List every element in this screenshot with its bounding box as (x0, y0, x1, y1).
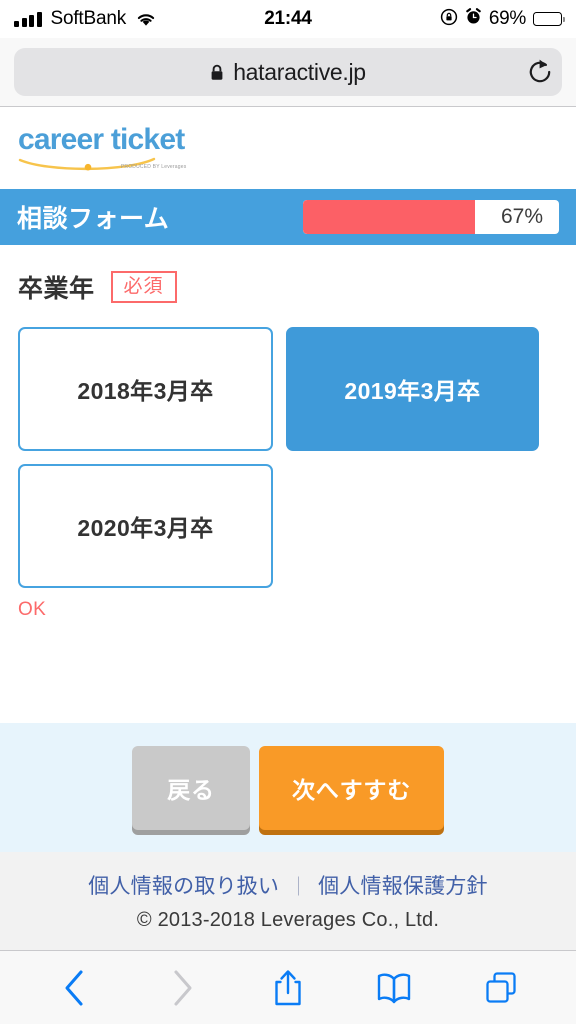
lock-icon (210, 64, 224, 81)
alarm-clock-icon (465, 8, 482, 30)
next-button[interactable]: 次へすすむ (259, 745, 444, 830)
option-label: 2019年3月卒 (344, 378, 481, 404)
graduation-year-option-2[interactable]: 2020年3月卒 (18, 464, 273, 588)
required-badge: 必須 (110, 270, 177, 304)
privacy-policy-link[interactable]: 個人情報保護方針 (318, 870, 488, 900)
rotation-lock-icon (440, 8, 458, 31)
site-header: career ticket PRODUCED BY Leverages (0, 107, 576, 189)
form-actions: 戻る 次へすすむ (0, 723, 576, 852)
copyright-text: © 2013-2018 Leverages Co., Ltd. (136, 909, 440, 931)
logo-text: career ticket (18, 122, 185, 156)
share-button[interactable] (265, 965, 311, 1011)
phone-screen: SoftBank 21:44 69% hataractive.jp career… (0, 0, 576, 1024)
question-label: 卒業年 (18, 275, 95, 303)
back-button[interactable]: 戻る (132, 745, 250, 830)
footer-separator: ｜ (289, 876, 309, 898)
form-content: 卒業年 必須 2018年3月卒 2019年3月卒 2020年3月卒 OK (0, 245, 576, 723)
web-page-content: career ticket PRODUCED BY Leverages 相談フォ… (0, 107, 576, 950)
status-bar: SoftBank 21:44 69% (0, 0, 576, 38)
career-ticket-logo[interactable]: career ticket PRODUCED BY Leverages (18, 122, 187, 172)
progress-bar: 67% (303, 200, 559, 234)
progress-bar-fill (303, 200, 475, 234)
bookmarks-button[interactable] (371, 965, 417, 1011)
progress-percent-label: 67% (500, 205, 543, 228)
form-title: 相談フォーム (17, 205, 170, 233)
url-input[interactable]: hataractive.jp (14, 48, 562, 96)
battery-percentage: 69% (488, 8, 526, 29)
option-label: 2018年3月卒 (77, 378, 214, 404)
option-label: 2020年3月卒 (77, 515, 214, 541)
carrier-name: SoftBank (50, 8, 127, 29)
graduation-year-option-1[interactable]: 2019年3月卒 (286, 327, 539, 451)
form-title-bar: 相談フォーム 67% (0, 189, 576, 245)
page-footer: 個人情報の取り扱い ｜ 個人情報保護方針 © 2013-2018 Leverag… (0, 852, 576, 950)
graduation-year-options: 2018年3月卒 2019年3月卒 2020年3月卒 (18, 327, 558, 588)
footer-links: 個人情報の取り扱い ｜ 個人情報保護方針 (88, 870, 487, 900)
graduation-year-option-0[interactable]: 2018年3月卒 (18, 327, 273, 451)
validation-message: OK (18, 599, 47, 620)
wifi-icon (135, 11, 157, 27)
forward-button[interactable] (159, 965, 205, 1011)
logo-tagline: PRODUCED BY Leverages (120, 163, 187, 170)
url-text: hataractive.jp (233, 58, 366, 85)
tabs-button[interactable] (478, 965, 524, 1011)
question-header: 卒業年 必須 (18, 269, 558, 305)
signal-bars-icon (14, 11, 42, 27)
reload-icon[interactable] (526, 58, 554, 86)
browser-address-bar: hataractive.jp (0, 38, 576, 107)
back-button[interactable] (52, 965, 98, 1011)
privacy-handling-link[interactable]: 個人情報の取り扱い (88, 870, 279, 900)
safari-toolbar (0, 950, 576, 1024)
status-bar-left: SoftBank (14, 8, 157, 30)
status-bar-right: 69% (440, 8, 565, 31)
battery-icon (533, 12, 565, 26)
